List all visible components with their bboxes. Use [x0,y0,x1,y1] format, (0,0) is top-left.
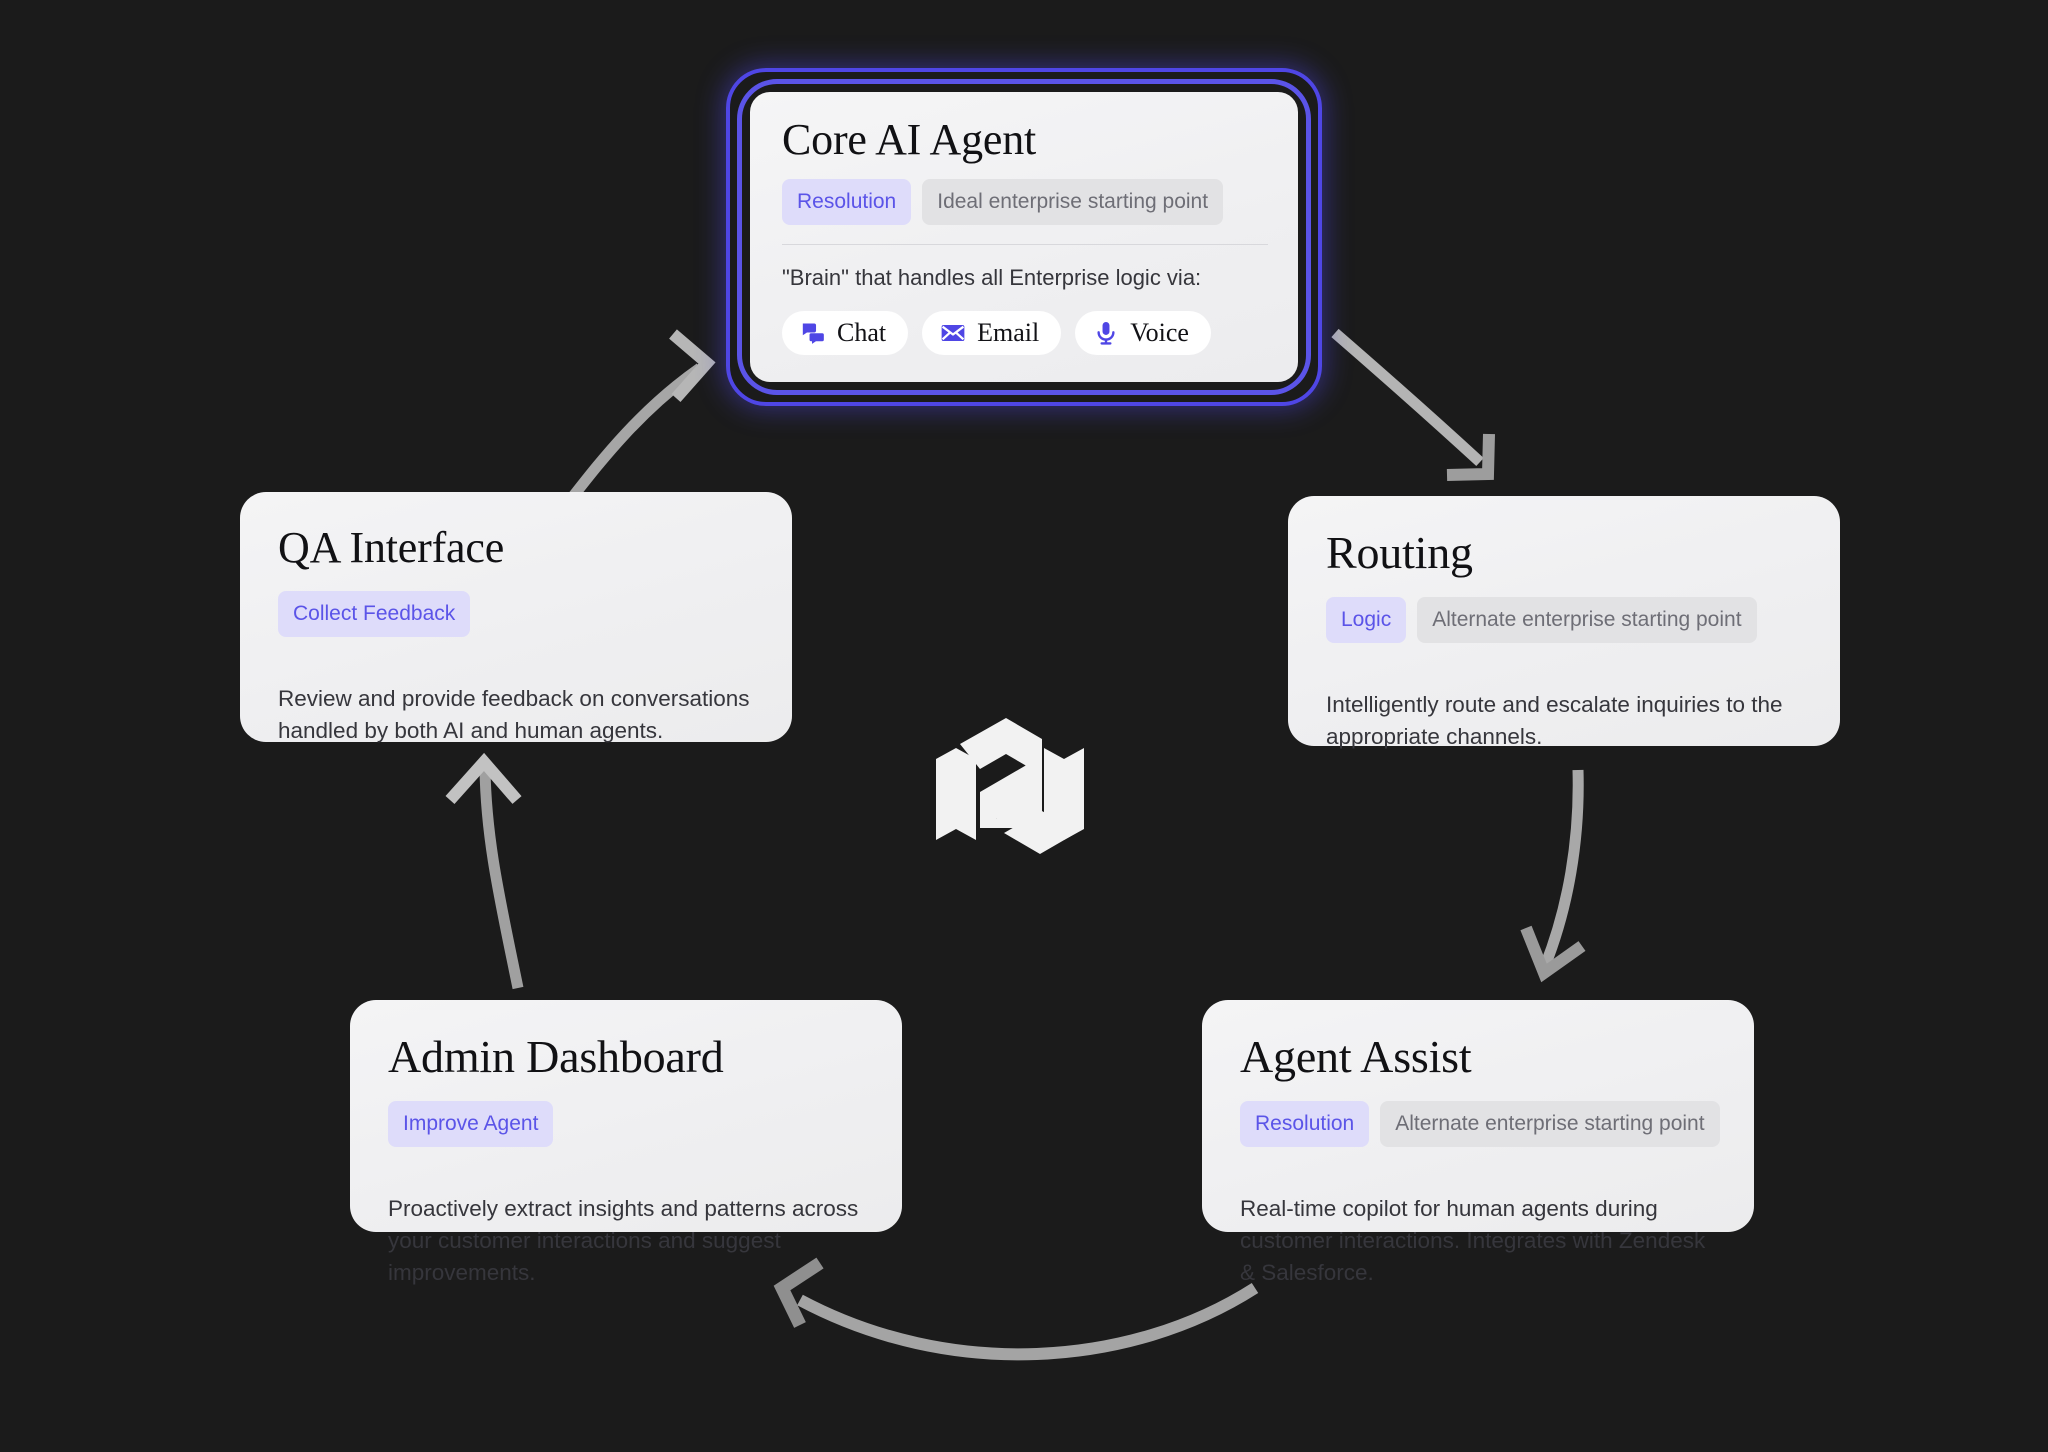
card-description-routing: Intelligently route and escalate inquiri… [1326,691,1783,749]
badge-logic[interactable]: Logic [1326,596,1407,643]
card-admin-dashboard[interactable]: Admin Dashboard Improve Agent Proactivel… [350,1000,902,1285]
card-routing[interactable]: Routing Logic Alternate enterprise start… [1288,496,1840,749]
badge-improve-agent[interactable]: Improve Agent [388,1100,554,1147]
card-title-agent-assist: Agent Assist [1240,1031,1472,1082]
core-card-body: Core AI Agent Resolution Ideal enterpris… [750,92,1298,382]
arrow-core-to-routing [1331,328,1495,481]
card-title-core: Core AI Agent [782,115,1037,164]
card-description-agent-assist: Real-time copilot for human agents durin… [1240,1195,1706,1285]
channel-pill-voice[interactable]: Voice [1075,311,1211,356]
badge-starting-point: Alternate enterprise starting point [1417,596,1757,643]
card-qa-interface[interactable]: QA Interface Collect Feedback Review and… [240,492,792,743]
channel-pill-row: Chat Email Voice [782,311,1268,356]
badge-row-routing: Logic Alternate enterprise starting poin… [1326,596,1804,643]
badge-collect-feedback[interactable]: Collect Feedback [278,590,471,637]
microphone-icon [1097,322,1115,345]
channel-label-email: Email [977,318,1040,348]
diagram-canvas: Core AI Agent Resolution Ideal enterpris… [0,0,2048,1452]
arrow-admin-to-qa [445,752,524,990]
badge-resolution[interactable]: Resolution [782,178,912,225]
badge-starting-point: Ideal enterprise starting point [922,178,1224,225]
card-divider [782,243,1268,245]
card-title-qa-interface: QA Interface [278,523,505,572]
card-description-core: "Brain" that handles all Enterprise logi… [782,264,1202,290]
badge-resolution[interactable]: Resolution [1240,1100,1370,1147]
badge-row-agent-assist: Resolution Alternate enterprise starting… [1240,1100,1720,1147]
card-title-admin-dashboard: Admin Dashboard [388,1031,724,1082]
channel-pill-email[interactable]: Email [922,311,1062,356]
channel-pill-chat[interactable]: Chat [782,311,909,356]
badge-row-qa: Collect Feedback [278,590,756,637]
card-title-routing: Routing [1326,527,1473,578]
badge-starting-point: Alternate enterprise starting point [1380,1100,1720,1147]
badge-row-admin: Improve Agent [388,1100,866,1147]
channel-label-chat: Chat [837,318,887,348]
channel-label-voice: Voice [1130,318,1189,348]
chat-icon [802,323,824,344]
hexagon-logo-mark [936,718,1084,854]
arrow-routing-to-agent-assist [1520,769,1586,983]
arrow-qa-to-core [566,329,716,503]
badge-row-core: Resolution Ideal enterprise starting poi… [782,178,1268,225]
card-description-qa-interface: Review and provide feedback on conversat… [278,685,750,743]
email-icon [941,325,965,342]
card-core-ai-agent[interactable]: Core AI Agent Resolution Ideal enterpris… [726,68,1322,406]
card-description-admin-dashboard: Proactively extract insights and pattern… [388,1195,859,1285]
card-agent-assist[interactable]: Agent Assist Resolution Alternate enterp… [1202,1000,1754,1285]
